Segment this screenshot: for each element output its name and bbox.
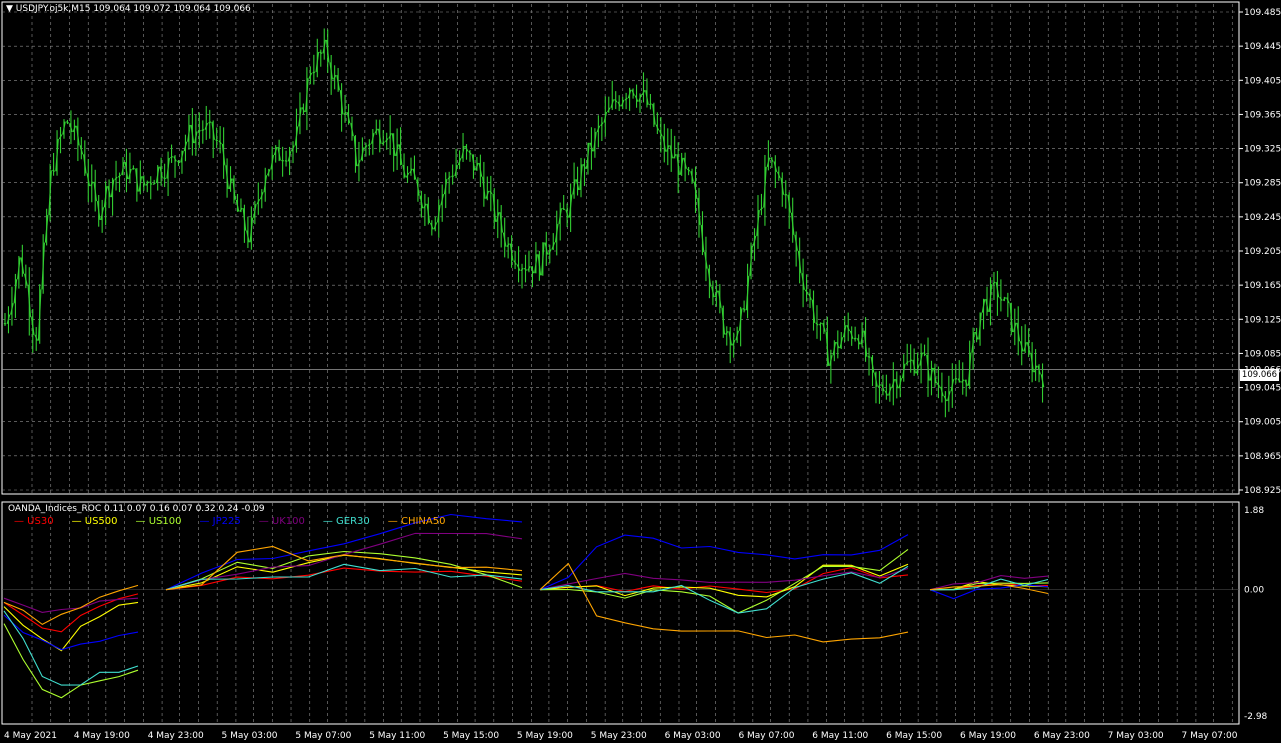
indicator-y-tick-label: 1.88: [1244, 506, 1264, 516]
candle-body: [905, 361, 909, 365]
candle-body: [215, 139, 219, 142]
candle-body: [877, 384, 882, 388]
chart-title: ▼ USDJPY.oj5k,M15 109.064 109.072 109.06…: [6, 4, 251, 14]
candle-body: [367, 143, 371, 147]
legend-item-us500: — US500: [71, 516, 118, 527]
x-tick-label: 6 May 07:00: [738, 731, 794, 741]
y-tick-label: 108.965: [1244, 452, 1281, 462]
series-line-us100: [3, 623, 139, 699]
legend-item-us30: — US30: [14, 516, 54, 527]
candle-body: [364, 145, 368, 149]
x-tick-label: 7 May 07:00: [1182, 731, 1238, 741]
x-tick-label: 5 May 15:00: [443, 731, 499, 741]
legend-item-ger30: — GER30: [322, 516, 370, 527]
candle-body: [818, 322, 823, 326]
y-tick-label: 109.245: [1244, 213, 1281, 223]
x-tick-label: 6 May 11:00: [812, 731, 868, 741]
legend-item-us100: — US100: [135, 516, 182, 527]
y-tick-label: 109.125: [1244, 315, 1281, 325]
x-tick-label: 7 May 03:00: [1108, 731, 1164, 741]
candle-body: [742, 307, 746, 311]
indicator-y-tick-label: -2.98: [1244, 712, 1268, 722]
main-frame: [1, 1, 1240, 495]
legend-item-uk100: — UK100: [258, 516, 305, 527]
candle-body: [381, 141, 385, 145]
x-tick-label: 6 May 23:00: [1034, 731, 1090, 741]
x-tick-label: 4 May 23:00: [148, 731, 204, 741]
candle-body: [954, 378, 958, 380]
candle-body: [523, 267, 528, 271]
x-tick-label: 5 May 19:00: [517, 731, 573, 741]
y-tick-label: 109.165: [1244, 281, 1281, 291]
y-tick-label: 109.445: [1244, 42, 1281, 52]
y-tick-label: 109.285: [1244, 179, 1281, 189]
candle-body: [117, 174, 122, 178]
x-tick-label: 5 May 03:00: [222, 731, 278, 741]
x-tick-label: 5 May 11:00: [369, 731, 425, 741]
candle-body: [177, 160, 180, 164]
series-line-us500: [3, 601, 139, 652]
x-tick-label: 6 May 15:00: [886, 731, 942, 741]
y-tick-label: 109.005: [1244, 418, 1281, 428]
legend-item-jp225: — JP225: [199, 516, 241, 527]
y-tick-label: 109.205: [1244, 247, 1281, 257]
series-line-uk100: [539, 567, 909, 591]
series-line-us30: [539, 567, 909, 594]
y-tick-label: 109.045: [1244, 384, 1281, 394]
y-tick-label: 109.405: [1244, 76, 1281, 86]
candle-body: [319, 51, 323, 54]
x-tick-label: 6 May 19:00: [960, 731, 1016, 741]
series-line-ger30: [3, 610, 139, 686]
candle-body: [65, 121, 69, 124]
x-tick-label: 5 May 23:00: [591, 731, 647, 741]
series-line-us100: [165, 550, 523, 591]
y-tick-label: 109.365: [1244, 110, 1281, 120]
x-tick-label: 4 May 2021: [4, 731, 57, 741]
candle-body: [759, 207, 764, 211]
series-line-jp225: [539, 534, 909, 591]
symbol-quote: USDJPY.oj5k,M15 109.064 109.072 109.064 …: [15, 4, 251, 14]
candle-body: [909, 359, 913, 362]
candle-body: [686, 168, 691, 172]
candle-body: [853, 337, 857, 340]
series-line-us500: [165, 554, 523, 591]
chart-canvas: 4 May 2021 4 May 19:00 4 May 23:00 5 May 03…: [1, 1, 1281, 741]
indicator-title: OANDA_Indices_ROC 0.11 0.07 0.16 0.07 0.…: [8, 504, 265, 514]
candle-body: [163, 177, 166, 180]
candle-body: [992, 281, 996, 285]
indicator-y-tick-label: 0.00: [1244, 586, 1264, 596]
candle-body: [562, 207, 566, 211]
candle-body: [197, 129, 201, 133]
y-tick-label: 109.325: [1244, 145, 1281, 155]
y-tick-label: 108.925: [1244, 486, 1281, 496]
series-line-us100: [539, 548, 909, 614]
candle-body: [922, 352, 927, 356]
series-line-china50: [539, 562, 909, 643]
candle-body: [649, 103, 652, 106]
legend-item-china50: — CHINA50: [387, 516, 446, 527]
y-tick-label: 109.485: [1244, 8, 1281, 18]
y-tick-label: 109.085: [1244, 349, 1281, 359]
candle-body: [284, 160, 288, 162]
candle-body: [52, 169, 55, 172]
candle-body: [208, 121, 212, 124]
current-price-label: 109.066: [1240, 369, 1279, 381]
indicator-frame: [1, 501, 1240, 725]
candle-body: [114, 176, 118, 180]
series-line-jp225: [3, 614, 139, 651]
x-tick-label: 4 May 19:00: [74, 731, 130, 741]
candle-body: [152, 182, 156, 185]
candle-body: [520, 267, 524, 272]
candle-body: [201, 129, 205, 132]
series-line-jp225: [929, 584, 1049, 600]
candle-body: [312, 71, 316, 74]
candle-body: [170, 156, 174, 159]
indicator-legend: — US30 — US500 — US100 — JP225 — UK100 — GER3…: [14, 516, 463, 527]
candle-body: [624, 97, 628, 101]
candle-body: [815, 322, 819, 326]
x-tick-label: 5 May 07:00: [295, 731, 351, 741]
collapse-triangle-icon[interactable]: ▼: [6, 4, 13, 14]
x-tick-label: 6 May 03:00: [665, 731, 721, 741]
